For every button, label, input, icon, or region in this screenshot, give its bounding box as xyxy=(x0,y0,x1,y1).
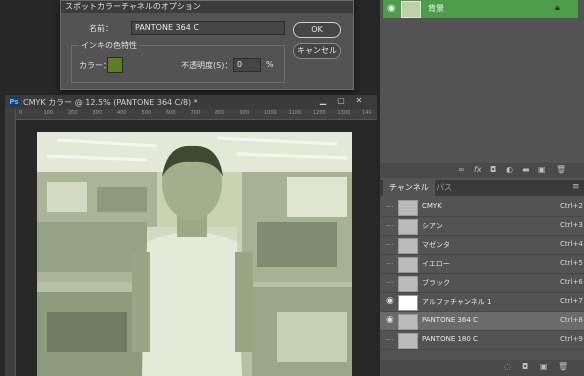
channel-row[interactable]: ◉ アルファチャンネル 1 Ctrl+7 xyxy=(380,293,584,312)
visibility-toggle[interactable] xyxy=(387,244,393,247)
visibility-eye-icon[interactable]: ◉ xyxy=(386,296,394,306)
spot-channel-options-dialog: スポットカラーチャネルのオプション 名前： PANTONE 364 C インキの… xyxy=(60,0,354,90)
channel-name: PANTONE 180 C xyxy=(422,335,478,343)
channel-thumbnail xyxy=(398,333,418,349)
horizontal-ruler: 0 100 200 300 400 500 600 700 800 900 1000 1100 1200… xyxy=(15,109,377,120)
channel-thumbnail xyxy=(398,200,418,216)
photoshop-icon: Ps xyxy=(9,97,19,107)
fx-icon[interactable]: fx xyxy=(474,165,482,174)
photo-image xyxy=(37,132,352,376)
opacity-unit: % xyxy=(266,60,274,69)
opacity-label: 不透明度(S)： xyxy=(181,61,233,70)
ruler-tick-label: 900 xyxy=(239,110,250,116)
dialog-title-bar[interactable]: スポットカラーチャネルのオプション xyxy=(61,1,353,13)
channel-row[interactable]: ブラック Ctrl+6 xyxy=(380,274,584,293)
channel-name: マゼンタ xyxy=(422,241,450,249)
channel-shortcut: Ctrl+3 xyxy=(560,221,583,229)
tab-paths[interactable]: パス xyxy=(430,180,458,196)
adjustment-layer-icon[interactable]: ◐ xyxy=(506,165,513,174)
channel-row[interactable]: イエロー Ctrl+5 xyxy=(380,255,584,274)
new-group-icon[interactable]: ▬ xyxy=(522,165,530,174)
load-selection-icon[interactable]: ◌ xyxy=(504,362,511,371)
channel-name: シアン xyxy=(422,222,443,230)
layer-name: 背景 xyxy=(428,4,444,13)
channel-row[interactable]: CMYK Ctrl+2 xyxy=(380,198,584,217)
channel-row[interactable]: PANTONE 180 C Ctrl+9 xyxy=(380,331,584,350)
channel-shortcut: Ctrl+5 xyxy=(560,259,583,267)
layer-visibility-eye-icon[interactable]: ◉ xyxy=(387,3,396,14)
new-channel-icon[interactable]: ▣ xyxy=(540,362,548,371)
ruler-tick-label: 100 xyxy=(43,110,54,116)
channel-shortcut: Ctrl+2 xyxy=(560,202,583,210)
visibility-toggle[interactable] xyxy=(387,263,393,266)
name-label: 名前： xyxy=(89,24,113,33)
document-title: CMYK カラー @ 12.5% (PANTONE 364 C/8) * xyxy=(23,98,198,107)
ruler-tick-label: 1200 xyxy=(313,110,326,116)
channel-shortcut: Ctrl+7 xyxy=(560,297,583,305)
channel-thumbnail xyxy=(398,219,418,235)
ruler-tick-label: 400 xyxy=(117,110,127,116)
maximize-icon[interactable]: ▢ xyxy=(336,96,346,106)
visibility-toggle[interactable] xyxy=(387,225,393,228)
minimize-icon[interactable]: ▁ xyxy=(318,96,328,106)
channel-shortcut: Ctrl+9 xyxy=(560,335,583,343)
tab-channels[interactable]: チャンネル xyxy=(383,180,435,196)
canvas-photo xyxy=(37,132,352,376)
channel-thumbnail xyxy=(398,257,418,273)
channel-name: イエロー xyxy=(422,260,450,268)
ruler-tick-label: 700 xyxy=(190,110,201,116)
ruler-tick-label: 800 xyxy=(215,110,225,116)
channel-shortcut: Ctrl+8 xyxy=(560,316,583,324)
ink-group-label: インキの色特性 xyxy=(79,40,139,51)
ok-button[interactable]: OK xyxy=(293,22,341,38)
close-icon[interactable]: ✕ xyxy=(354,96,364,106)
ruler-tick-label: 200 xyxy=(68,110,78,116)
ruler-tick-label: 300 xyxy=(92,110,103,116)
channel-name: アルファチャンネル 1 xyxy=(422,298,492,306)
layers-toolbar: ∞ fx ◘ ◐ ▬ ▣ 🗑︎ xyxy=(380,163,584,178)
visibility-toggle[interactable] xyxy=(387,206,393,209)
vertical-ruler xyxy=(5,109,16,376)
channel-name: CMYK xyxy=(422,202,442,210)
channel-name: PANTONE 364 C xyxy=(422,316,478,324)
color-swatch[interactable] xyxy=(107,57,123,73)
channel-thumbnail xyxy=(398,238,418,254)
ruler-tick-label: 0 xyxy=(19,110,23,116)
ruler-tick-label: 1000 xyxy=(264,110,277,116)
visibility-toggle[interactable] xyxy=(387,339,393,342)
visibility-eye-icon[interactable]: ◉ xyxy=(386,315,394,325)
channels-tab-bar: チャンネル パス ≡ xyxy=(380,180,584,196)
visibility-toggle[interactable] xyxy=(387,282,393,285)
panel-menu-icon[interactable]: ≡ xyxy=(572,182,580,192)
name-field[interactable]: PANTONE 364 C xyxy=(131,21,285,35)
channel-row[interactable]: マゼンタ Ctrl+4 xyxy=(380,236,584,255)
layer-thumbnail xyxy=(401,1,421,18)
cancel-button[interactable]: キャンセル xyxy=(293,43,341,59)
channel-thumbnail xyxy=(398,295,418,311)
lock-icon: 🔒︎ xyxy=(555,3,560,13)
channel-shortcut: Ctrl+4 xyxy=(560,240,583,248)
opacity-field[interactable]: 0 xyxy=(233,58,261,72)
ruler-tick-label: 140 xyxy=(362,110,372,116)
ruler-tick-label: 1100 xyxy=(288,110,302,116)
ruler-tick-label: 500 xyxy=(141,110,152,116)
trash-icon[interactable]: 🗑︎ xyxy=(556,165,566,174)
channels-toolbar: ◌ ◘ ▣ 🗑︎ xyxy=(380,360,584,376)
ruler-tick-label: 600 xyxy=(166,110,176,116)
ruler-tick-label: 1300 xyxy=(337,110,351,116)
trash-icon[interactable]: 🗑︎ xyxy=(558,362,568,371)
channel-row[interactable]: ◉ PANTONE 364 C Ctrl+8 xyxy=(380,312,584,331)
channel-name: ブラック xyxy=(422,279,450,287)
channel-thumbnail xyxy=(398,314,418,330)
dialog-title: スポットカラーチャネルのオプション xyxy=(65,2,201,11)
channel-row[interactable]: シアン Ctrl+3 xyxy=(380,217,584,236)
channel-shortcut: Ctrl+6 xyxy=(560,278,583,286)
save-selection-icon[interactable]: ◘ xyxy=(522,362,528,371)
new-layer-icon[interactable]: ▣ xyxy=(538,165,546,174)
link-layers-icon[interactable]: ∞ xyxy=(458,165,465,174)
add-mask-icon[interactable]: ◘ xyxy=(490,165,496,174)
channel-thumbnail xyxy=(398,276,418,292)
document-title-bar[interactable]: Ps CMYK カラー @ 12.5% (PANTONE 364 C/8) * … xyxy=(5,95,377,109)
